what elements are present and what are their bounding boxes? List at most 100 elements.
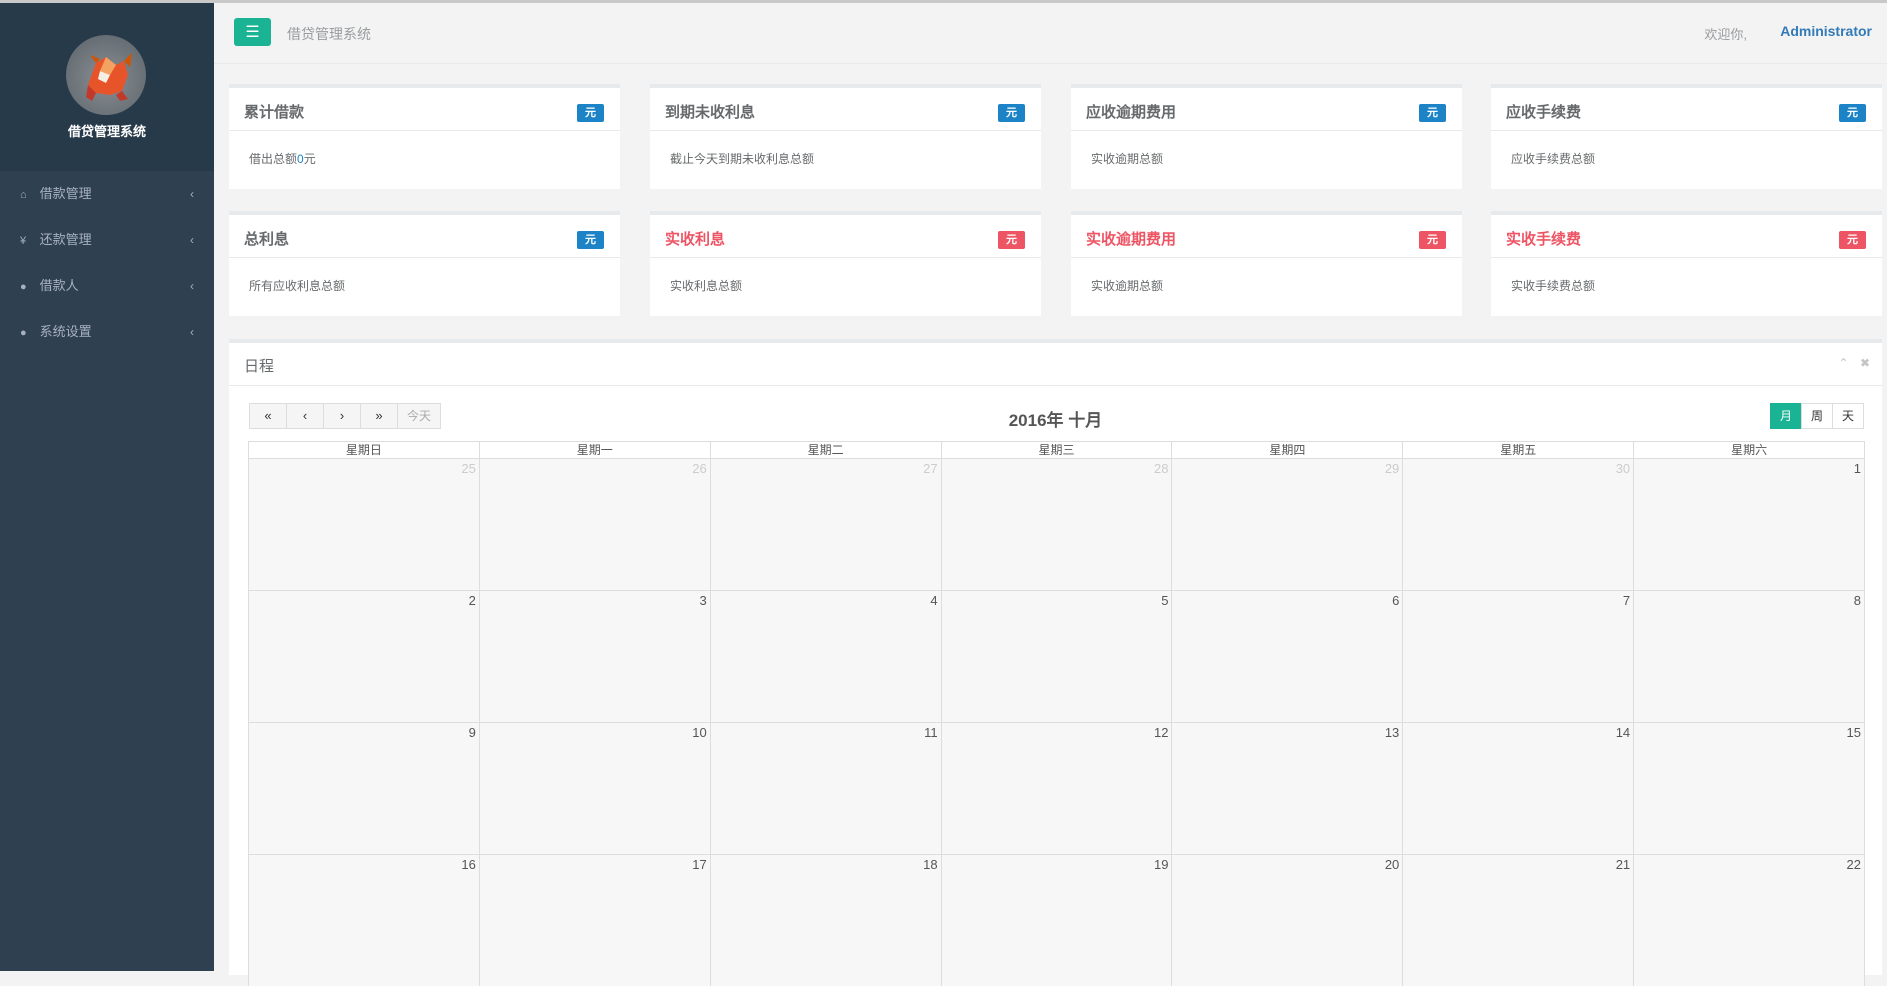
sidebar-item-borrowers[interactable]: ● 借款人 ‹ (0, 263, 214, 309)
calendar-view-switch: 月 周 天 (1769, 403, 1864, 429)
day-number: 20 (1384, 857, 1400, 872)
panel-tools: ⌃ ✖ (1831, 356, 1870, 370)
today-button[interactable]: 今天 (397, 403, 441, 429)
prev-year-button[interactable]: « (249, 403, 287, 429)
calendar-day-cell[interactable]: 1 (1633, 459, 1865, 590)
calendar-title: 2016年 十月 (1008, 411, 1103, 430)
calendar-day-cell[interactable]: 8 (1633, 591, 1865, 722)
calendar-week-row: 16 17 18 19 20 21 22 (248, 854, 1865, 986)
sidebar-item-repayment-management[interactable]: ¥ 还款管理 ‹ (0, 217, 214, 263)
panel-title: 日程 (244, 358, 275, 375)
currency-badge: 元 (998, 231, 1025, 249)
day-number: 7 (1622, 593, 1631, 608)
calendar-day-cell[interactable]: 20 (1171, 855, 1403, 986)
day-number: 8 (1853, 593, 1862, 608)
weekday-header: 星期日 星期一 星期二 星期三 星期四 星期五 星期六 (248, 441, 1865, 458)
card-title: 累计借款 (244, 104, 305, 121)
close-icon[interactable]: ✖ (1860, 356, 1870, 370)
calendar-day-cell[interactable]: 7 (1402, 591, 1634, 722)
stat-card-receivable-fees: 应收手续费 元 应收手续费总额 (1491, 84, 1882, 189)
calendar-day-cell[interactable]: 9 (249, 723, 479, 854)
currency-badge: 元 (1839, 231, 1866, 249)
day-number: 12 (1153, 725, 1169, 740)
calendar-day-cell[interactable]: 30 (1402, 459, 1634, 590)
currency-badge: 元 (1419, 231, 1446, 249)
next-year-button[interactable]: » (360, 403, 398, 429)
home-icon: ⌂ (20, 189, 27, 201)
calendar-day-cell[interactable]: 19 (940, 855, 1172, 986)
calendar-day-cell[interactable]: 6 (1171, 591, 1403, 722)
chevron-left-icon: ‹ (190, 279, 194, 293)
calendar-day-cell[interactable]: 10 (478, 723, 710, 854)
week-view-button[interactable]: 周 (1800, 403, 1833, 429)
day-number: 15 (1846, 725, 1862, 740)
calendar-day-cell[interactable]: 15 (1633, 723, 1865, 854)
day-number: 16 (461, 857, 476, 872)
sidebar-item-label: 还款管理 (39, 232, 92, 247)
calendar-day-cell[interactable]: 14 (1402, 723, 1634, 854)
stat-card-total-loans: 累计借款 元 借出总额0元 (229, 84, 620, 189)
card-title: 应收手续费 (1506, 104, 1582, 121)
sidebar-menu: ⌂ 借款管理 ‹ ¥ 还款管理 ‹ ● 借款人 ‹ ● 系统设置 ‹ (0, 171, 214, 355)
calendar-day-cell[interactable]: 25 (249, 459, 479, 590)
menu-toggle-button[interactable]: ☰ (234, 18, 271, 46)
sidebar-item-label: 系统设置 (39, 324, 92, 339)
day-number: 14 (1615, 725, 1631, 740)
top-title: 借贷管理系统 (287, 26, 371, 42)
day-number: 1 (1853, 461, 1862, 476)
user-name-link[interactable]: Administrator (1780, 23, 1872, 39)
stat-card-total-interest: 总利息 元 所有应收利息总额 (229, 211, 620, 316)
day-number: 6 (1392, 593, 1400, 608)
profile-header: 借贷管理系统 (0, 3, 214, 171)
prev-month-button[interactable]: ‹ (286, 403, 324, 429)
day-number: 3 (699, 593, 707, 608)
calendar-day-cell[interactable]: 22 (1633, 855, 1865, 986)
month-view-button[interactable]: 月 (1769, 403, 1802, 429)
calendar-day-cell[interactable]: 26 (478, 459, 710, 590)
card-body: 借出总额0元 (249, 150, 316, 167)
card-body: 截止今天到期未收利息总额 (670, 152, 815, 166)
calendar-day-cell[interactable]: 29 (1171, 459, 1403, 590)
calendar-day-cell[interactable]: 13 (1171, 723, 1403, 854)
stat-card-received-interest: 实收利息 元 实收利息总额 (650, 211, 1041, 316)
collapse-icon[interactable]: ⌃ (1839, 356, 1849, 370)
card-body: 实收利息总额 (670, 279, 743, 293)
yen-icon: ¥ (20, 235, 27, 247)
calendar-day-cell[interactable]: 5 (940, 591, 1172, 722)
next-month-button[interactable]: › (323, 403, 361, 429)
weekday-label: 星期六 (1633, 442, 1864, 458)
day-number: 27 (923, 461, 938, 476)
sidebar-item-system-settings[interactable]: ● 系统设置 ‹ (0, 309, 214, 355)
day-number: 4 (930, 593, 938, 608)
weekday-label: 星期一 (478, 442, 710, 458)
calendar-day-cell[interactable]: 3 (478, 591, 710, 722)
stat-card-due-unpaid-interest: 到期未收利息 元 截止今天到期未收利息总额 (650, 84, 1041, 189)
hamburger-icon: ☰ (245, 24, 260, 41)
avatar[interactable] (66, 35, 146, 115)
calendar-day-cell[interactable]: 27 (709, 459, 941, 590)
day-number: 17 (692, 857, 707, 872)
calendar-day-cell[interactable]: 18 (709, 855, 941, 986)
calendar-day-cell[interactable]: 28 (940, 459, 1172, 590)
weekday-label: 星期四 (1171, 442, 1402, 458)
sidebar-item-loan-management[interactable]: ⌂ 借款管理 ‹ (0, 171, 214, 217)
calendar-day-cell[interactable]: 12 (940, 723, 1172, 854)
calendar-day-cell[interactable]: 17 (478, 855, 710, 986)
card-body: 实收逾期总额 (1091, 152, 1164, 166)
calendar-day-cell[interactable]: 2 (249, 591, 479, 722)
day-view-button[interactable]: 天 (1831, 403, 1864, 429)
calendar-day-cell[interactable]: 4 (709, 591, 941, 722)
calendar-day-cell[interactable]: 21 (1402, 855, 1634, 986)
day-number: 30 (1615, 461, 1631, 476)
sidebar-item-label: 借款管理 (39, 186, 92, 201)
stat-card-receivable-overdue-fees: 应收逾期费用 元 实收逾期总额 (1071, 84, 1462, 189)
calendar-day-cell[interactable]: 11 (709, 723, 941, 854)
day-number: 25 (461, 461, 476, 476)
calendar-day-cell[interactable]: 16 (249, 855, 479, 986)
card-body: 所有应收利息总额 (249, 279, 346, 293)
currency-badge: 元 (1839, 104, 1866, 122)
card-title: 到期未收利息 (665, 104, 756, 121)
card-body: 应收手续费总额 (1511, 152, 1596, 166)
calendar-weeks: 25 26 27 28 29 30 1 2 3 4 5 6 7 8 9 10 11 12 13 14 15 16 17 18 1… (248, 458, 1865, 986)
day-number: 11 (924, 725, 938, 740)
